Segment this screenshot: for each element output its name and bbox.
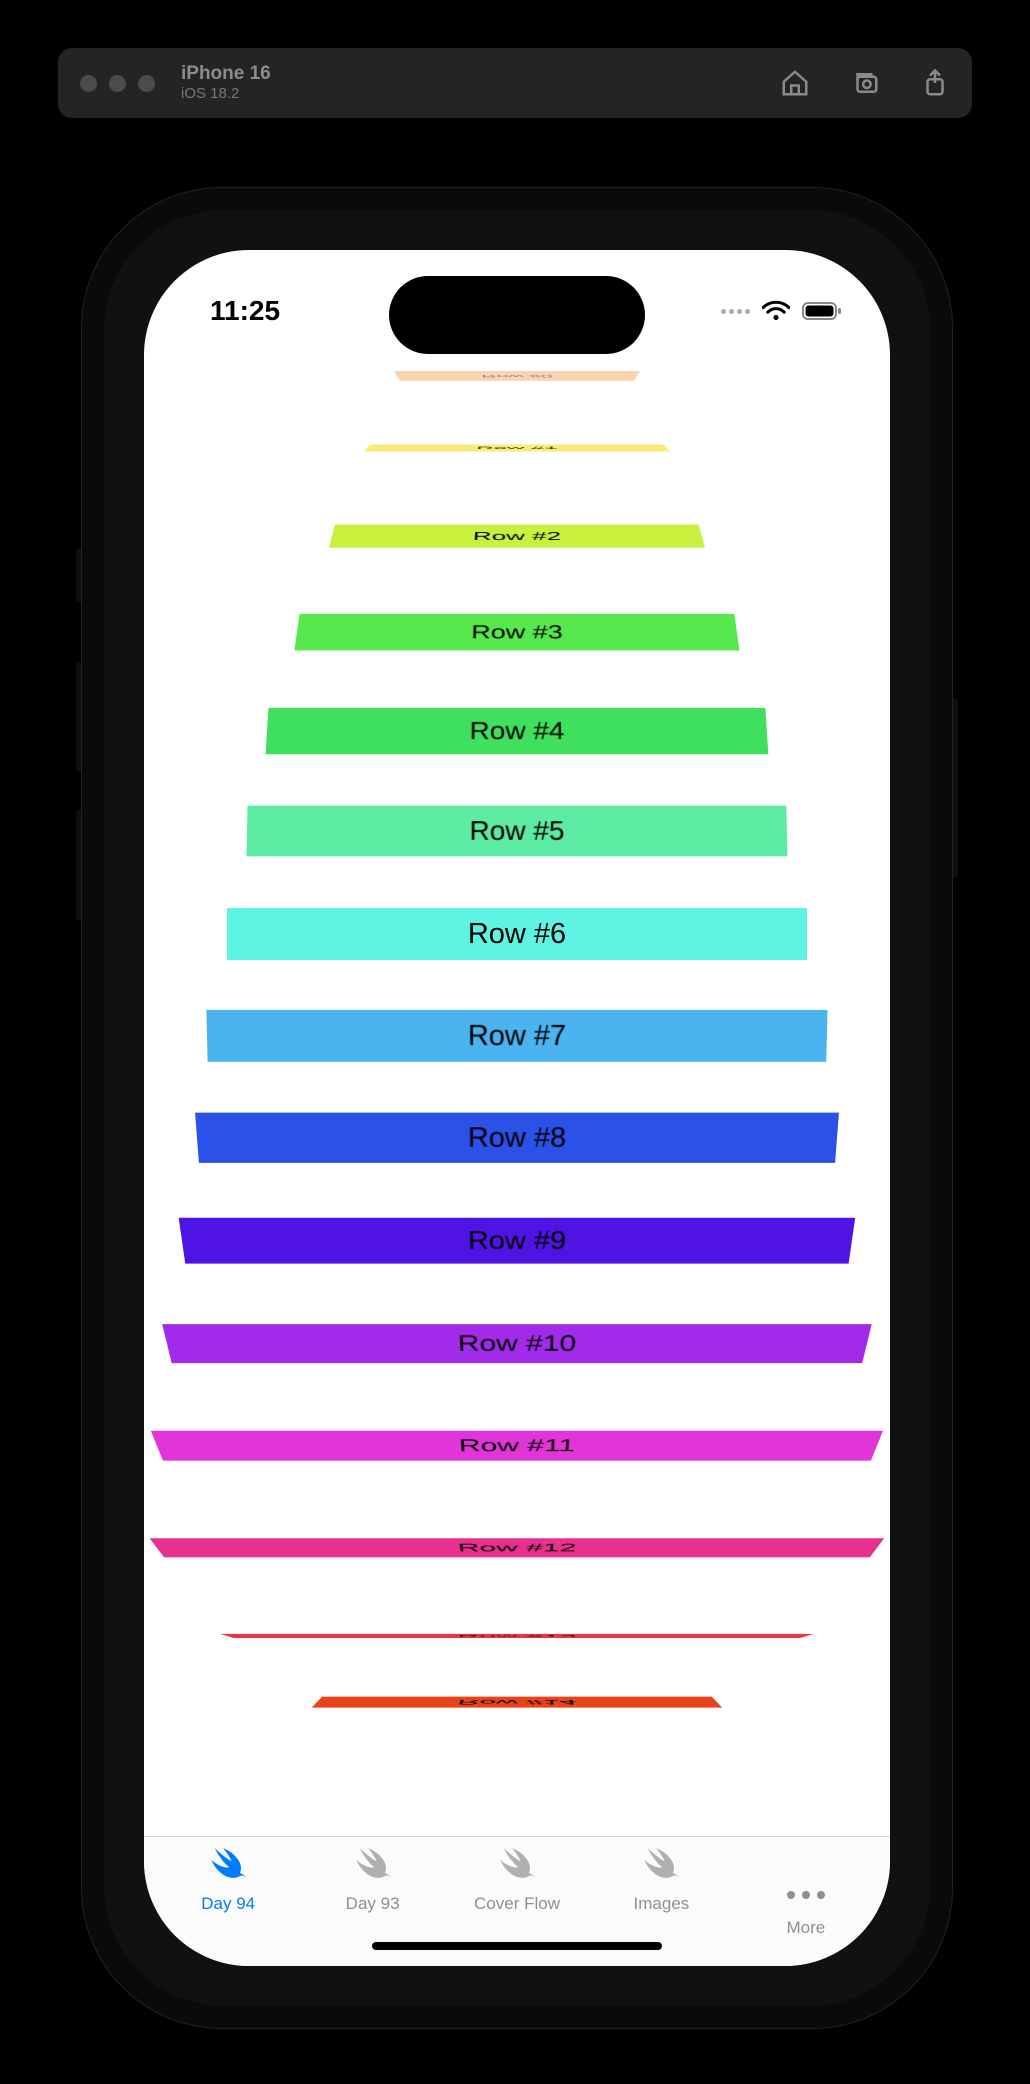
window-traffic-lights[interactable] — [80, 75, 155, 92]
row-5[interactable]: Row #5 — [144, 806, 890, 857]
row-1[interactable]: Row #1 — [144, 445, 890, 452]
row-13[interactable]: Row #13 — [144, 1634, 890, 1638]
screenshot-icon[interactable] — [850, 68, 880, 98]
dynamic-island — [389, 276, 645, 354]
tab-label: More — [786, 1918, 825, 1938]
row-label: Row #5 — [246, 806, 787, 857]
simulator-title: iPhone 16 iOS 18.2 — [181, 63, 271, 102]
row-label: Row #4 — [265, 708, 768, 755]
tab-day-94[interactable]: Day 94 — [156, 1847, 300, 1966]
row-8[interactable]: Row #8 — [144, 1113, 890, 1163]
row-label: Row #3 — [294, 614, 739, 651]
tab-more[interactable]: More — [734, 1847, 878, 1966]
row-label: Row #1 — [364, 445, 671, 452]
row-4[interactable]: Row #4 — [144, 708, 890, 755]
simulator-titlebar: iPhone 16 iOS 18.2 — [58, 48, 972, 118]
battery-icon — [802, 301, 842, 321]
swift-icon — [639, 1847, 683, 1890]
row-3[interactable]: Row #3 — [144, 614, 890, 651]
os-version: iOS 18.2 — [181, 85, 271, 102]
simulator-device: 11:25 — [82, 188, 952, 2028]
swift-icon — [206, 1847, 250, 1890]
simulator-toolbar — [780, 68, 950, 98]
row-label: Row #11 — [151, 1431, 883, 1461]
row-label: Row #14 — [312, 1697, 723, 1708]
side-button-power — [951, 698, 958, 878]
device-screen: 11:25 — [144, 250, 890, 1966]
row-label: Row #13 — [220, 1634, 814, 1638]
wifi-icon — [762, 300, 790, 322]
device-name: iPhone 16 — [181, 63, 271, 85]
traffic-zoom[interactable] — [138, 75, 155, 92]
row-label: Row #6 — [227, 908, 807, 960]
tab-label: Day 94 — [201, 1894, 255, 1914]
traffic-minimize[interactable] — [109, 75, 126, 92]
row-label: Row #10 — [162, 1324, 872, 1363]
row-6[interactable]: Row #6 — [144, 908, 890, 960]
swift-icon — [351, 1847, 395, 1890]
status-time: 11:25 — [210, 295, 280, 327]
more-icon — [787, 1876, 825, 1914]
row-9[interactable]: Row #9 — [144, 1218, 890, 1264]
tab-label: Cover Flow — [474, 1894, 560, 1914]
row-14[interactable]: Row #14 — [144, 1697, 890, 1708]
row-label: Row #8 — [195, 1113, 839, 1163]
traffic-close[interactable] — [80, 75, 97, 92]
row-2[interactable]: Row #2 — [144, 525, 890, 548]
row-10[interactable]: Row #10 — [144, 1324, 890, 1363]
tab-label: Day 93 — [346, 1894, 400, 1914]
row-label: Row #12 — [150, 1538, 885, 1557]
content-rows[interactable]: Row #0 Row #1 Row #2 Row #3 Row #4 Row #5 Row … — [144, 350, 890, 1836]
row-0[interactable]: Row #0 — [144, 371, 890, 381]
row-label: Row #2 — [329, 525, 705, 548]
cellular-icon — [721, 309, 750, 314]
row-label: Row #9 — [179, 1218, 856, 1264]
tab-label: Images — [634, 1894, 690, 1914]
row-11[interactable]: Row #11 — [144, 1431, 890, 1461]
row-label: Row #7 — [206, 1010, 827, 1062]
row-12[interactable]: Row #12 — [144, 1538, 890, 1557]
share-icon[interactable] — [920, 68, 950, 98]
swift-icon — [495, 1847, 539, 1890]
home-icon[interactable] — [780, 68, 810, 98]
row-7[interactable]: Row #7 — [144, 1010, 890, 1062]
home-indicator[interactable] — [372, 1942, 662, 1950]
row-label: Row #0 — [394, 371, 640, 381]
